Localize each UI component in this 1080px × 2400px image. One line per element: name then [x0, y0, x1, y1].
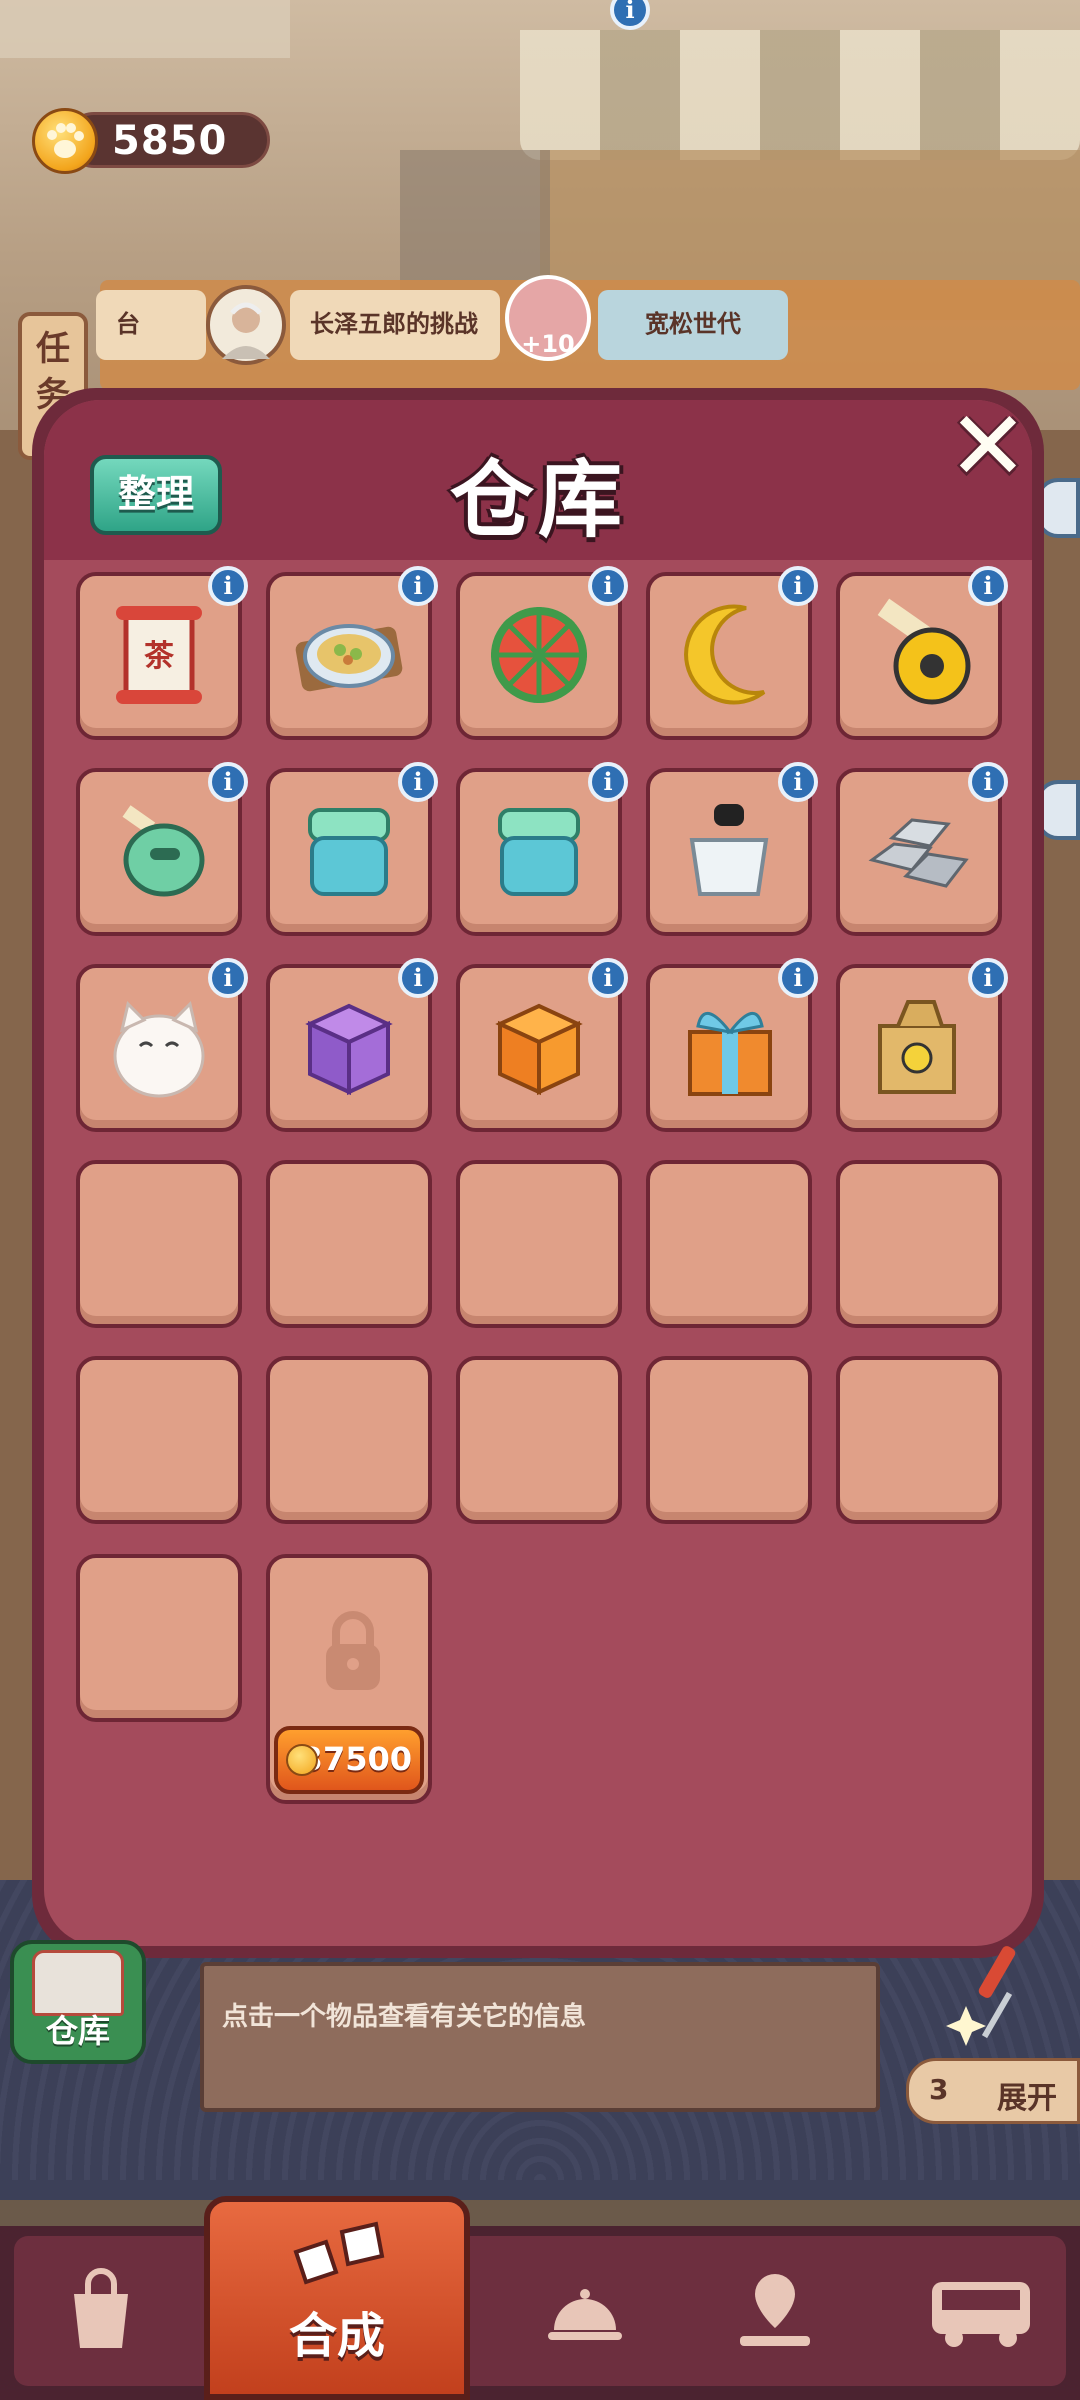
info-icon[interactable]: i — [208, 566, 248, 606]
tea-scroll-icon: 茶 — [116, 606, 202, 704]
inventory-slot[interactable]: i — [76, 958, 248, 1132]
info-icon[interactable]: i — [208, 762, 248, 802]
bag-icon[interactable] — [56, 2264, 146, 2354]
food-plate-icon — [295, 624, 403, 692]
empty-slot[interactable] — [76, 1554, 242, 1722]
empty-slot[interactable] — [646, 1356, 812, 1524]
paw-coin-icon — [32, 108, 98, 174]
inventory-slot[interactable]: i — [266, 958, 438, 1132]
crescent-moon-icon — [684, 604, 766, 705]
silver-ingots-icon — [868, 818, 969, 888]
info-icon[interactable]: i — [398, 566, 438, 606]
purple-chest-icon — [305, 1003, 393, 1096]
inventory-slot[interactable]: i — [76, 762, 248, 936]
info-icon[interactable]: i — [968, 566, 1008, 606]
empty-slot[interactable] — [836, 1356, 1002, 1524]
shop-awning — [520, 30, 1080, 160]
lock-icon — [326, 1611, 380, 1690]
customer-avatar — [206, 285, 286, 365]
svg-text:茶: 茶 — [144, 639, 175, 674]
bus-icon[interactable] — [926, 2264, 1036, 2354]
inventory-slot[interactable]: i — [836, 566, 1008, 740]
close-button[interactable]: ✕ — [940, 398, 1036, 494]
info-icon[interactable]: i — [398, 762, 438, 802]
gift-box-icon — [688, 1012, 772, 1096]
sort-button[interactable]: 整理 — [90, 455, 222, 535]
info-icon[interactable]: i — [778, 958, 818, 998]
coin-amount: 5850 — [112, 118, 228, 164]
inventory-slot[interactable]: i — [836, 762, 1008, 936]
inventory-slot[interactable]: i — [456, 566, 628, 740]
green-jar-icon — [498, 808, 580, 896]
expand-button[interactable]: 3 展开 — [906, 2058, 1080, 2124]
locked-slot[interactable]: 37500 — [266, 1554, 432, 1804]
empty-slot[interactable] — [266, 1356, 432, 1524]
item-info-box: 点击一个物品查看有关它的信息 — [200, 1962, 880, 2112]
ink-bottle-icon — [689, 804, 769, 896]
warehouse-button[interactable]: 仓库 — [10, 1940, 146, 2064]
expand-count: 3 — [929, 2073, 949, 2106]
order-card-generation[interactable]: 宽松世代 — [598, 290, 788, 360]
empty-slot[interactable] — [266, 1160, 432, 1328]
inventory-slot[interactable]: 茶 i — [76, 566, 248, 740]
coin-counter[interactable]: 5850 — [32, 108, 272, 174]
bottom-nav — [0, 2226, 1080, 2400]
empty-slot[interactable] — [456, 1160, 622, 1328]
empty-slot[interactable] — [646, 1160, 812, 1328]
green-jar-icon — [308, 808, 390, 896]
nav-tab-merge[interactable]: 合成 — [204, 2196, 470, 2400]
paw-coin-icon — [286, 1744, 318, 1776]
info-icon[interactable]: i — [778, 566, 818, 606]
inventory-slot[interactable]: i — [456, 958, 628, 1132]
warehouse-button-label: 仓库 — [45, 2012, 110, 2050]
inventory-slot[interactable]: i — [646, 958, 818, 1132]
empty-slot[interactable] — [836, 1160, 1002, 1328]
lucky-cat-icon — [113, 1001, 205, 1098]
info-icon[interactable]: i — [968, 958, 1008, 998]
order-card-challenge[interactable]: 长泽五郎的挑战 — [290, 290, 500, 360]
screwdriver-icon — [946, 1946, 1016, 2046]
info-icon[interactable]: i — [398, 958, 438, 998]
empty-slot[interactable] — [76, 1160, 242, 1328]
inventory-slot[interactable]: i — [646, 762, 818, 936]
orange-chest-icon — [495, 1003, 583, 1096]
info-icon[interactable]: i — [778, 762, 818, 802]
expand-label: 展开 — [997, 2081, 1057, 2116]
info-icon[interactable]: i — [968, 762, 1008, 802]
unlock-price-button[interactable]: 37500 — [274, 1726, 424, 1794]
shop-sign — [0, 0, 290, 58]
inventory-slot[interactable]: i — [646, 566, 818, 740]
watermelon-icon — [491, 607, 587, 703]
order-card-partial[interactable]: 台 — [96, 290, 206, 360]
info-icon[interactable]: i — [588, 566, 628, 606]
cardboard-box-icon — [878, 1000, 956, 1094]
tape-measure-icon — [877, 598, 971, 705]
cloche-icon[interactable] — [540, 2264, 630, 2354]
green-tape-measure-icon — [122, 805, 205, 897]
map-pin-icon[interactable] — [730, 2264, 820, 2354]
empty-slot[interactable] — [456, 1356, 622, 1524]
empty-slot[interactable] — [76, 1356, 242, 1524]
reward-badge: +10 — [505, 275, 591, 361]
info-icon[interactable]: i — [208, 958, 248, 998]
inventory-slot[interactable]: i — [266, 762, 438, 936]
hint-text: 点击一个物品查看有关它的信息 — [222, 2002, 587, 2032]
inventory-slot[interactable]: i — [266, 566, 438, 740]
nav-tab-merge-label: 合成 — [288, 2308, 385, 2364]
info-icon[interactable]: i — [588, 958, 628, 998]
info-icon[interactable]: i — [588, 762, 628, 802]
inventory-slot[interactable]: i — [836, 958, 1008, 1132]
inventory-slot[interactable]: i — [456, 762, 628, 936]
merge-icon — [293, 2221, 385, 2285]
